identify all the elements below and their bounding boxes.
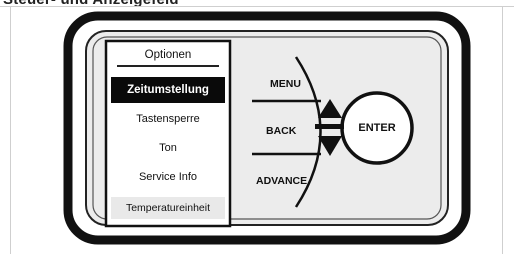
enter-button-ring xyxy=(340,91,414,165)
control-panel-graphic xyxy=(63,11,471,245)
options-menu: Optionen Zeitumstellung Tastensperre Ton… xyxy=(111,46,225,221)
back-button[interactable]: BACK xyxy=(266,125,296,137)
menu-header-divider xyxy=(117,65,219,67)
menu-item-temperatureinheit[interactable]: Temperatureinheit xyxy=(111,197,225,219)
menu-header: Optionen xyxy=(144,49,192,61)
menu-item-tastensperre[interactable]: Tastensperre xyxy=(111,106,225,132)
equals-bar-icon xyxy=(315,124,344,129)
menu-item-ton[interactable]: Ton xyxy=(111,135,225,161)
menu-item-service-info[interactable]: Service Info xyxy=(111,164,225,190)
menu-button[interactable]: MENU xyxy=(270,78,301,90)
menu-item-zeitumstellung[interactable]: Zeitumstellung xyxy=(111,77,225,103)
advance-button[interactable]: ADVANCE xyxy=(256,175,307,187)
